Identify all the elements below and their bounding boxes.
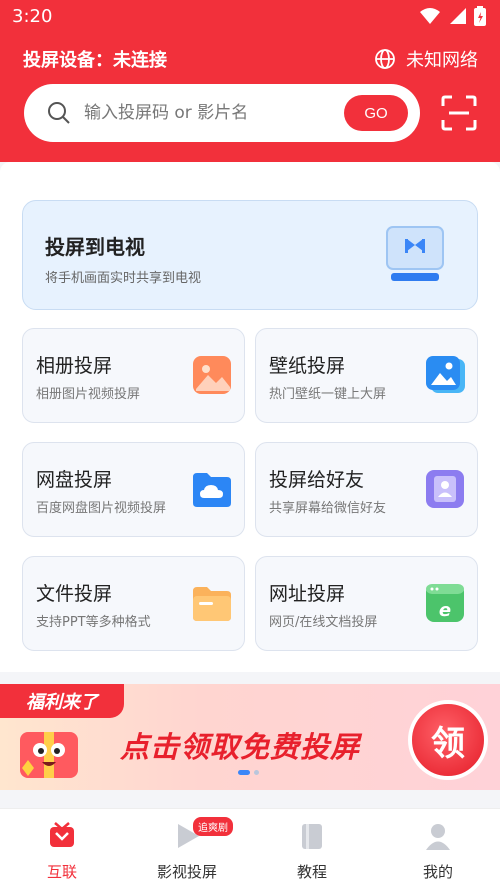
card-title: 网址投屏 — [269, 583, 346, 605]
file-folder-icon — [193, 587, 231, 621]
card-share-to-friend[interactable]: 投屏给好友 共享屏幕给微信好友 — [255, 442, 478, 537]
tab-video-cast[interactable]: 追爽剧 影视投屏 — [137, 817, 237, 885]
card-netdisk-cast[interactable]: 网盘投屏 百度网盘图片视频投屏 — [22, 442, 245, 537]
svg-text:e: e — [439, 600, 451, 621]
gift-mascot-icon — [20, 732, 78, 778]
carousel-dot — [254, 770, 259, 775]
user-icon — [426, 824, 450, 850]
cloud-folder-icon — [193, 473, 231, 507]
card-subtitle: 相册图片视频投屏 — [36, 387, 141, 402]
signal-icon — [450, 8, 466, 24]
banner-headline: 点击领取免费投屏 — [120, 730, 361, 764]
network-status[interactable]: 未知网络 — [374, 46, 478, 72]
card-title: 相册投屏 — [36, 355, 113, 377]
book-icon — [302, 824, 322, 849]
status-time: 3:20 — [12, 6, 53, 27]
wallpaper-icon — [426, 356, 465, 393]
go-button[interactable]: GO — [344, 95, 408, 131]
hero-subtitle: 将手机画面实时共享到电视 — [45, 271, 202, 286]
bottom-tab-bar: 互联 追爽剧 影视投屏 教程 我的 — [0, 808, 500, 889]
tab-badge: 追爽剧 — [193, 817, 233, 836]
card-title: 壁纸投屏 — [269, 355, 346, 377]
card-title: 文件投屏 — [36, 583, 113, 605]
search-icon — [48, 102, 70, 124]
card-subtitle: 支持PPT等多种格式 — [36, 615, 151, 630]
status-icons — [420, 6, 486, 26]
card-subtitle: 网页/在线文档投屏 — [269, 615, 378, 630]
device-status-label[interactable]: 投屏设备：未连接 — [23, 46, 167, 72]
card-url-cast[interactable]: 网址投屏 网页/在线文档投屏 e — [255, 556, 478, 651]
tab-profile[interactable]: 我的 — [388, 821, 488, 885]
tv-icon — [386, 226, 444, 281]
search-bar: GO — [24, 84, 420, 142]
browser-icon: e — [426, 584, 464, 622]
globe-icon — [375, 49, 395, 69]
hero-title: 投屏到电视 — [45, 235, 145, 259]
photo-icon — [193, 356, 231, 394]
network-label: 未知网络 — [406, 50, 478, 71]
card-title: 投屏给好友 — [269, 469, 365, 491]
tab-label: 教程 — [296, 863, 327, 881]
tab-label: 我的 — [422, 863, 453, 881]
contact-icon — [426, 470, 464, 508]
wifi-icon — [420, 8, 440, 24]
card-subtitle: 百度网盘图片视频投屏 — [36, 501, 167, 516]
card-subtitle: 热门壁纸一键上大屏 — [269, 387, 387, 402]
tab-label: 互联 — [46, 863, 77, 881]
cast-connect-icon — [50, 822, 74, 847]
battery-icon — [474, 6, 486, 26]
search-input[interactable] — [84, 98, 344, 128]
carousel-dot-active — [238, 770, 250, 775]
cast-to-tv-card[interactable]: 投屏到电视 将手机画面实时共享到电视 — [22, 200, 478, 310]
tab-tutorial[interactable]: 教程 — [262, 821, 362, 885]
tab-connect[interactable]: 互联 — [12, 821, 112, 885]
card-album-cast[interactable]: 相册投屏 相册图片视频投屏 — [22, 328, 245, 423]
carousel-indicator — [238, 770, 259, 775]
card-subtitle: 共享屏幕给微信好友 — [269, 501, 387, 516]
card-title: 网盘投屏 — [36, 469, 113, 491]
claim-button[interactable]: 领 — [408, 700, 488, 780]
card-wallpaper-cast[interactable]: 壁纸投屏 热门壁纸一键上大屏 — [255, 328, 478, 423]
device-row: 投屏设备：未连接 未知网络 — [0, 44, 500, 74]
card-file-cast[interactable]: 文件投屏 支持PPT等多种格式 — [22, 556, 245, 651]
tab-label: 影视投屏 — [156, 863, 217, 881]
scan-icon[interactable] — [440, 94, 478, 132]
status-bar: 3:20 — [0, 0, 500, 34]
